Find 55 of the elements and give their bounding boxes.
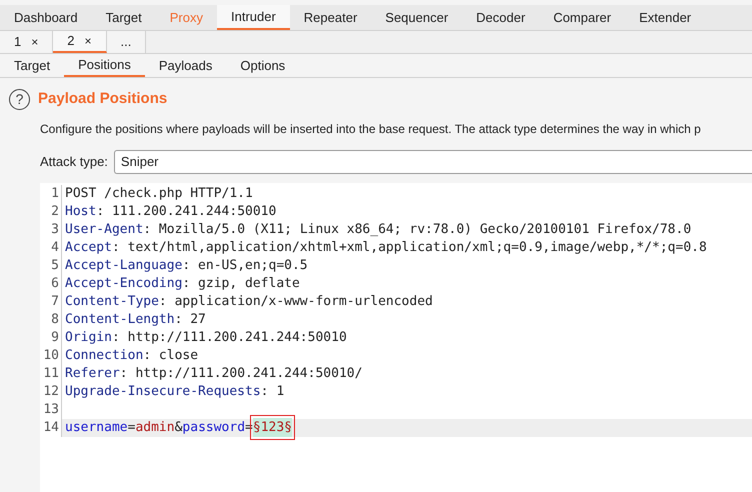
request-text: POST /check.php HTTP/1.1 [65,184,253,203]
request-text: Host [65,202,96,221]
attack-type-label: Attack type: [40,152,108,171]
sub-tab[interactable]: Positions [64,54,145,77]
request-text: Content-Length [65,310,175,329]
request-text: : 1 [260,382,284,401]
module-tab[interactable]: Dashboard [0,5,92,30]
module-tab[interactable]: Target [92,5,156,30]
request-text: : http://111.200.241.244:50010 [112,328,347,347]
attack-tab[interactable]: 1 × [0,31,54,53]
request-text: Accept-Encoding [65,274,182,293]
sub-tab[interactable]: Options [226,54,300,77]
request-text: : en-US,en;q=0.5 [182,256,308,275]
attack-tab[interactable]: 2 × [53,31,106,53]
request-text: Origin [65,328,112,347]
module-tab[interactable]: Decoder [462,5,540,30]
tab-label[interactable]: 1 [14,32,22,52]
close-icon[interactable]: × [31,33,38,51]
section-title: Payload Positions [38,89,168,109]
module-tab[interactable]: Sequencer [371,5,462,30]
request-text: User-Agent [65,220,144,239]
help-icon[interactable]: ? [9,88,30,110]
request-text: admin [135,418,175,437]
close-icon[interactable]: × [84,32,92,50]
request-text: Accept [65,238,112,257]
line-number: 14 [40,418,62,436]
attack-tab[interactable]: ... [106,31,146,53]
request-text: username [65,418,128,437]
request-text: : gzip, deflate [182,274,300,293]
section-description: Configure the positions where payloads will be inserted into the base request. The attack type determines the way in which p [39,120,702,138]
sub-tab[interactable]: Payloads [144,54,226,77]
request-text: Content-Type [65,292,159,311]
request-text: Upgrade-Insecure-Requests [65,382,261,401]
request-text: : text/html,application/xhtml+xml,application/xml;q=0.9,image/webp,*/*;q=0.8 [112,238,707,257]
tab-label[interactable]: ... [120,32,132,52]
request-text: : Mozilla/5.0 (X11; Linux x86_64; rv:78.0) Gecko/20100101 Firefox/78.0 [143,220,692,239]
payload-marker[interactable]: §123§ [252,418,292,438]
module-tab[interactable]: Repeater [290,5,372,30]
module-tab[interactable]: Intruder [216,5,290,30]
request-text: : close [143,346,198,365]
request-text: Connection [65,346,144,365]
request-text: : 27 [174,310,206,329]
request-text: password [182,418,246,437]
request-text: Referer [65,364,120,383]
request-text: Accept-Language [65,256,182,275]
request-text: : application/x-www-form-urlencoded [158,292,433,311]
request-text: & [174,418,182,437]
request-text: : 111.200.241.244:50010 [96,202,276,221]
request-text: : http://111.200.241.244:50010/ [120,364,362,383]
module-tab[interactable]: Extender [625,5,706,30]
sub-tab[interactable]: Target [0,54,64,77]
attack-type-dropdown[interactable]: Sniper [114,150,752,174]
tab-label[interactable]: 2 [67,31,74,51]
request-text: = [128,418,136,437]
module-tab[interactable]: Comparer [539,5,626,30]
